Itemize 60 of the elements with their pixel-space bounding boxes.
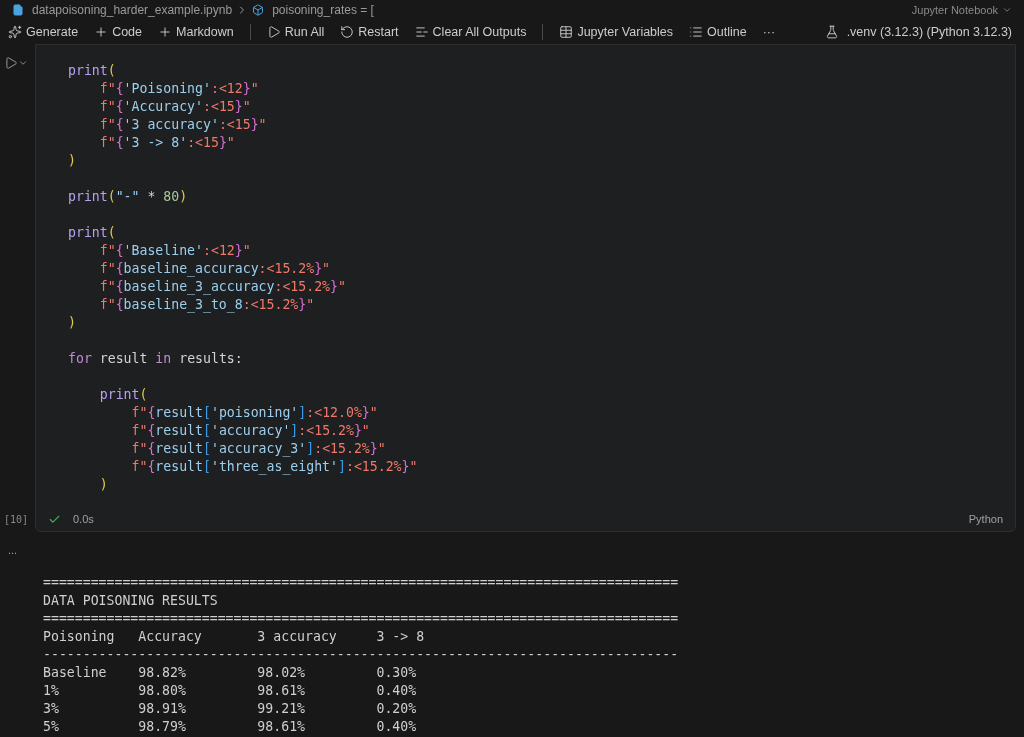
code-line: f"{baseline_accuracy:<15.2%}" [98, 260, 331, 278]
code-line: ) [68, 314, 76, 332]
output-line: 3% 98.91% 99.21% 0.20% [43, 700, 417, 718]
toolbar-button[interactable]: Restart [336, 20, 403, 44]
code-line: for result in results: [68, 350, 243, 368]
cube-icon [252, 4, 265, 16]
code-line: f"{result['accuracy']:<15.2%}" [130, 422, 370, 440]
code-line: f"{baseline_3_accuracy:<15.2%}" [98, 278, 346, 296]
chevron-down-icon[interactable] [18, 58, 28, 68]
execution-count: [10] [4, 513, 29, 527]
editor-mode-dropdown[interactable]: Jupyter Notebook [911, 1, 1012, 19]
code-line: f"{'Accuracy':<15}" [98, 98, 251, 116]
toolbar-button[interactable]: Outline [685, 20, 751, 44]
cell-language[interactable]: Python [968, 510, 1003, 528]
code-line: f"{result['three_as_eight']:<15.2%}" [130, 458, 418, 476]
toolbar-button[interactable]: Markdown [154, 20, 238, 44]
toolbar-button[interactable]: Code [90, 20, 146, 44]
code-line: f"{'3 accuracy':<15}" [98, 116, 267, 134]
chevron-down-icon [1002, 5, 1012, 15]
plus-icon [158, 25, 172, 39]
sparkle-icon [8, 25, 22, 39]
code-line: f"{baseline_3_to_8:<15.2%}" [98, 296, 315, 314]
code-line: f"{'Poisoning':<12}" [98, 80, 259, 98]
code-line: f"{'Baseline':<12}" [98, 242, 251, 260]
run-cell-icon[interactable] [4, 56, 18, 70]
output-line: 1% 98.80% 98.61% 0.40% [43, 682, 417, 700]
code-line: ) [98, 476, 108, 494]
breadcrumb-symbol[interactable]: poisoning_rates = [ [272, 1, 374, 19]
list-icon [689, 25, 704, 39]
output-line: 5% 98.79% 98.61% 0.40% [43, 718, 417, 736]
output-line: ================================================================================ [43, 574, 679, 592]
table-icon [559, 25, 574, 39]
code-line: f"{result['accuracy_3']:<15.2%}" [130, 440, 386, 458]
output-menu[interactable]: ... [8, 544, 18, 556]
toolbar-button[interactable]: Clear All Outputs [410, 20, 531, 44]
more-button[interactable]: ··· [758, 20, 780, 44]
code-line: ) [68, 152, 76, 170]
breadcrumb-file[interactable]: datapoisoning_harder_example.ipynb [32, 1, 233, 19]
kernel-picker[interactable]: .venv (3.12.3) (Python 3.12.3) [824, 22, 1012, 42]
output-line: ================================================================================ [43, 610, 679, 628]
output-line: DATA POISONING RESULTS [43, 592, 218, 610]
code-line: print( [98, 386, 148, 404]
clear-list-icon [414, 25, 429, 39]
file-icon [12, 4, 24, 16]
toolbar-button[interactable]: Run All [262, 20, 329, 44]
code-line: f"{'3 -> 8':<15}" [98, 134, 235, 152]
plus-icon [94, 25, 109, 39]
code-line: print( [68, 224, 116, 242]
code-line: f"{result['poisoning']:<12.0%}" [130, 404, 378, 422]
output-line: Poisoning Accuracy 3 accuracy 3 -> 8 [43, 628, 425, 646]
toolbar-button[interactable]: Generate [4, 20, 83, 44]
execution-time: 0.0s [73, 511, 94, 527]
toolbar-button[interactable]: Jupyter Variables [555, 20, 678, 44]
code-line: print("-" * 80) [68, 188, 188, 206]
output-line: -------------------------------------------------------------------------------- [43, 646, 679, 664]
flask-icon [824, 25, 839, 39]
code-line: print( [68, 62, 116, 80]
play-icon [266, 25, 281, 39]
output-line: Baseline 98.82% 98.02% 0.30% [43, 664, 417, 682]
restart-icon [340, 25, 355, 39]
